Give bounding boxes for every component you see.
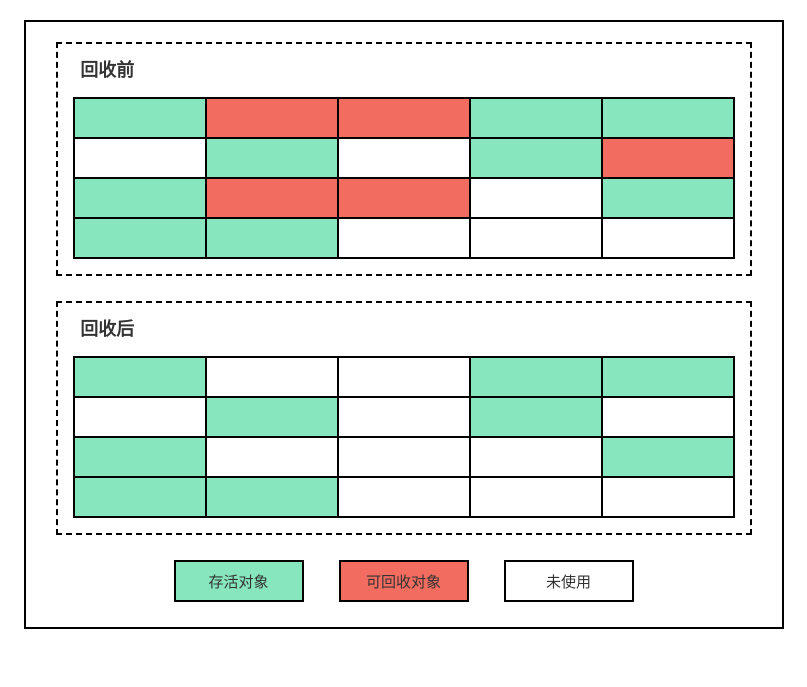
memory-cell bbox=[338, 138, 470, 178]
memory-cell bbox=[338, 178, 470, 218]
diagram-container: 回收前 回收后 存活对象 可回收对象 未使用 bbox=[24, 20, 784, 629]
memory-cell bbox=[206, 178, 338, 218]
memory-cell bbox=[74, 477, 206, 517]
memory-cell bbox=[74, 397, 206, 437]
memory-cell bbox=[206, 477, 338, 517]
memory-cell bbox=[74, 218, 206, 258]
after-grid bbox=[73, 356, 735, 518]
after-title: 回收后 bbox=[73, 315, 735, 341]
after-recycle-box: 回收后 bbox=[56, 301, 752, 535]
memory-cell bbox=[74, 138, 206, 178]
memory-cell bbox=[602, 397, 734, 437]
memory-cell bbox=[470, 218, 602, 258]
memory-cell bbox=[470, 357, 602, 397]
memory-cell bbox=[602, 138, 734, 178]
memory-cell bbox=[338, 397, 470, 437]
legend: 存活对象 可回收对象 未使用 bbox=[56, 560, 752, 602]
memory-cell bbox=[206, 98, 338, 138]
memory-cell bbox=[602, 437, 734, 477]
before-title: 回收前 bbox=[73, 56, 735, 82]
memory-cell bbox=[338, 357, 470, 397]
memory-cell bbox=[470, 178, 602, 218]
memory-cell bbox=[602, 357, 734, 397]
legend-alive: 存活对象 bbox=[174, 560, 304, 602]
memory-cell bbox=[206, 397, 338, 437]
memory-cell bbox=[470, 98, 602, 138]
memory-cell bbox=[470, 397, 602, 437]
memory-cell bbox=[470, 477, 602, 517]
memory-cell bbox=[338, 477, 470, 517]
memory-cell bbox=[206, 357, 338, 397]
memory-cell bbox=[470, 138, 602, 178]
memory-cell bbox=[338, 218, 470, 258]
memory-cell bbox=[74, 437, 206, 477]
memory-cell bbox=[206, 138, 338, 178]
memory-cell bbox=[338, 437, 470, 477]
before-recycle-box: 回收前 bbox=[56, 42, 752, 276]
memory-cell bbox=[602, 218, 734, 258]
memory-cell bbox=[206, 218, 338, 258]
memory-cell bbox=[602, 477, 734, 517]
memory-cell bbox=[74, 178, 206, 218]
memory-cell bbox=[74, 357, 206, 397]
before-grid bbox=[73, 97, 735, 259]
memory-cell bbox=[338, 98, 470, 138]
legend-recyclable: 可回收对象 bbox=[339, 560, 469, 602]
memory-cell bbox=[602, 98, 734, 138]
legend-unused: 未使用 bbox=[504, 560, 634, 602]
memory-cell bbox=[74, 98, 206, 138]
memory-cell bbox=[602, 178, 734, 218]
memory-cell bbox=[206, 437, 338, 477]
memory-cell bbox=[470, 437, 602, 477]
